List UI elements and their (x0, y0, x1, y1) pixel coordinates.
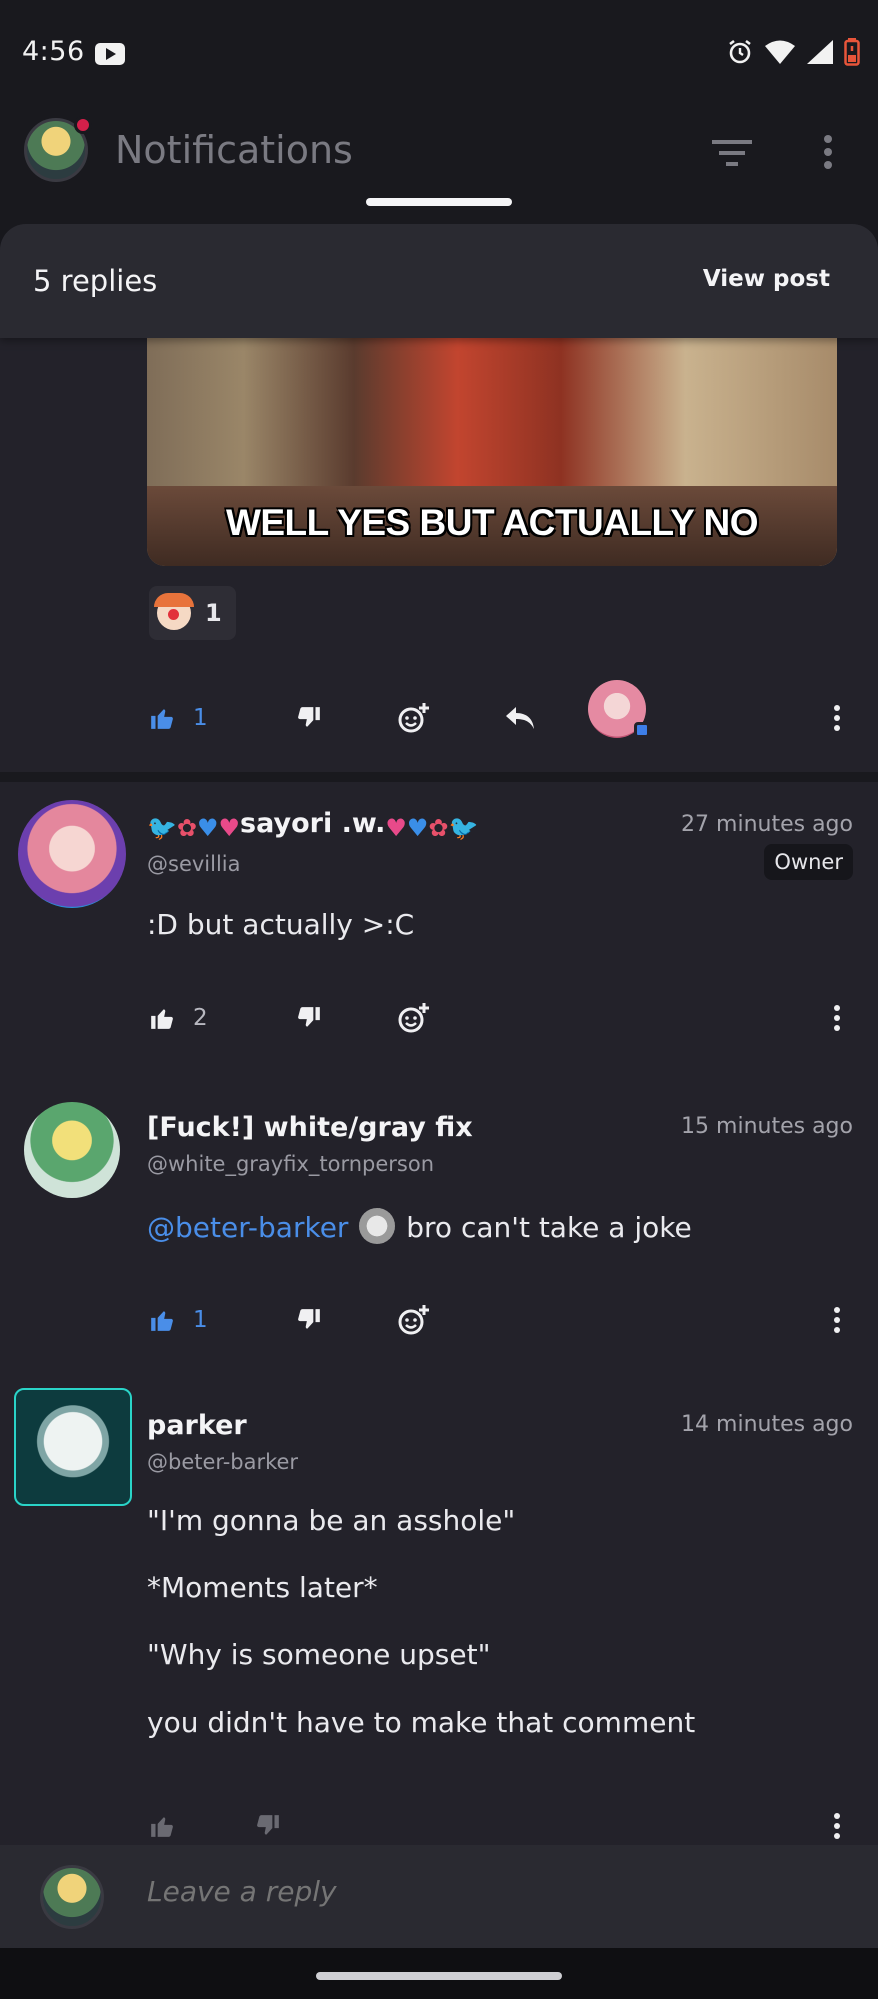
pink-heart-emoji: ♥ (385, 814, 407, 842)
downvote-button[interactable] (296, 1290, 322, 1350)
status-time: 4:56 (22, 36, 85, 67)
downvote-button[interactable] (296, 688, 322, 748)
comment-body-line: *Moments later* (147, 1571, 378, 1604)
comment-body: @beter-barker bro can't take a joke (147, 1208, 692, 1244)
comment-item: 🐦✿♥♥sayori .w.♥♥✿🐦 @sevillia 27 minutes … (0, 782, 878, 1082)
mention-avatar (359, 1208, 396, 1244)
flower-emoji: ✿ (176, 814, 197, 842)
reaction-chip[interactable]: 1 (149, 586, 236, 640)
alarm-icon (729, 39, 751, 64)
app-header: Notifications (0, 110, 878, 230)
gif-caption: WELL YES BUT ACTUALLY NO (225, 502, 759, 543)
notification-dot (74, 116, 92, 134)
comment-body: :D but actually >:C (147, 908, 415, 941)
bird-emoji: 🐦 (448, 814, 479, 842)
commenter-name[interactable]: 🐦✿♥♥sayori .w.♥♥✿🐦 (147, 808, 478, 842)
more-vert-icon (834, 1005, 840, 1031)
thumbs-up-icon (151, 1009, 173, 1029)
more-options-button[interactable] (832, 1290, 842, 1350)
comment-divider (0, 772, 878, 782)
comment-actions: 1 (0, 1290, 878, 1350)
comment-text: bro can't take a joke (406, 1211, 692, 1244)
reply-input[interactable] (147, 1875, 827, 1908)
online-status-dot (634, 722, 650, 738)
blue-heart-emoji: ♥ (197, 814, 219, 842)
add-reaction-button[interactable] (397, 1290, 431, 1350)
upvote-count: 1 (193, 705, 208, 731)
add-reaction-icon (398, 703, 429, 733)
owner-badge: Owner (764, 844, 853, 880)
more-vert-icon (834, 705, 840, 731)
more-vert-icon (834, 1813, 840, 1839)
comment-item: [Fuck!] white/gray fix @white_grayfix_to… (0, 1092, 878, 1392)
flower-emoji: ✿ (428, 814, 449, 842)
replies-sheet: 5 replies View post WELL YES BUT ACTUALL… (0, 224, 878, 1929)
status-bar: 4:56 (0, 0, 878, 110)
downvote-button[interactable] (296, 988, 322, 1048)
filter-icon[interactable] (712, 138, 752, 168)
thumbs-up-icon (151, 1817, 173, 1837)
add-reaction-button[interactable] (397, 688, 431, 748)
upvote-button[interactable]: 2 (149, 988, 208, 1048)
commenter-name[interactable]: parker (147, 1410, 247, 1441)
user-avatar (40, 1865, 104, 1929)
signal-icon (807, 40, 833, 64)
home-gesture-pill[interactable] (316, 1972, 562, 1980)
page-title: Notifications (115, 128, 353, 172)
clown-face-icon (154, 593, 194, 630)
system-nav-bar (0, 1948, 878, 1999)
comment-actions: 2 (0, 988, 878, 1048)
comment-timestamp: 14 minutes ago (681, 1412, 853, 1437)
reply-composer (0, 1845, 878, 1948)
more-vert-icon (834, 1307, 840, 1333)
more-options-button[interactable] (832, 988, 842, 1048)
youtube-icon (95, 43, 125, 65)
commenter-name[interactable]: [Fuck!] white/gray fix (147, 1112, 473, 1143)
view-post-button[interactable]: View post (703, 266, 830, 292)
upvote-count: 2 (193, 1005, 208, 1031)
comment-body-line: you didn't have to make that comment (147, 1706, 696, 1739)
reply-icon (506, 707, 534, 729)
battery-icon (844, 38, 860, 66)
commenter-name-text: sayori .w. (240, 808, 386, 839)
commenter-handle[interactable]: @sevillia (147, 852, 241, 876)
upvote-count: 1 (193, 1307, 208, 1333)
upvote-button[interactable]: 1 (149, 1290, 208, 1350)
thumbs-down-icon (298, 1007, 320, 1027)
thumbs-down-icon (298, 1309, 320, 1329)
thumbs-up-icon (151, 1311, 173, 1331)
comment-body-line: "I'm gonna be an asshole" (147, 1504, 516, 1537)
comment-body-line: "Why is someone upset" (147, 1638, 491, 1671)
upvote-button[interactable]: 1 (149, 688, 208, 748)
thumbs-down-icon (257, 1815, 279, 1835)
sheet-drag-handle[interactable] (366, 198, 512, 206)
user-mention-link[interactable]: @beter-barker (147, 1211, 348, 1244)
blue-heart-emoji: ♥ (406, 814, 429, 842)
thumbs-down-icon (298, 707, 320, 727)
commenter-avatar[interactable] (14, 1388, 132, 1506)
pink-heart-emoji: ♥ (218, 814, 241, 842)
add-reaction-icon (398, 1305, 429, 1335)
more-vert-icon[interactable] (822, 134, 834, 170)
thumbs-up-icon (151, 709, 173, 729)
replies-count-title: 5 replies (33, 264, 158, 298)
commenter-handle[interactable]: @beter-barker (147, 1450, 298, 1474)
reply-button[interactable] (504, 688, 536, 748)
bird-emoji: 🐦 (147, 814, 177, 842)
commenter-avatar[interactable] (18, 800, 126, 908)
sheet-header: 5 replies View post (0, 224, 878, 338)
commenter-avatar[interactable] (24, 1102, 120, 1198)
add-reaction-icon (398, 1003, 429, 1033)
more-options-button[interactable] (832, 688, 842, 748)
comment-timestamp: 27 minutes ago (681, 812, 853, 837)
reaction-count: 1 (205, 599, 222, 627)
comment-actions: 1 (0, 680, 878, 748)
commenter-handle[interactable]: @white_grayfix_tornperson (147, 1152, 434, 1176)
wifi-icon (765, 40, 795, 64)
status-icons (726, 38, 860, 66)
comment-timestamp: 15 minutes ago (681, 1114, 853, 1139)
gif-image[interactable]: WELL YES BUT ACTUALLY NO (147, 338, 837, 566)
comment-item: parker @beter-barker 14 minutes ago "I'm… (0, 1388, 878, 1868)
add-reaction-button[interactable] (397, 988, 431, 1048)
